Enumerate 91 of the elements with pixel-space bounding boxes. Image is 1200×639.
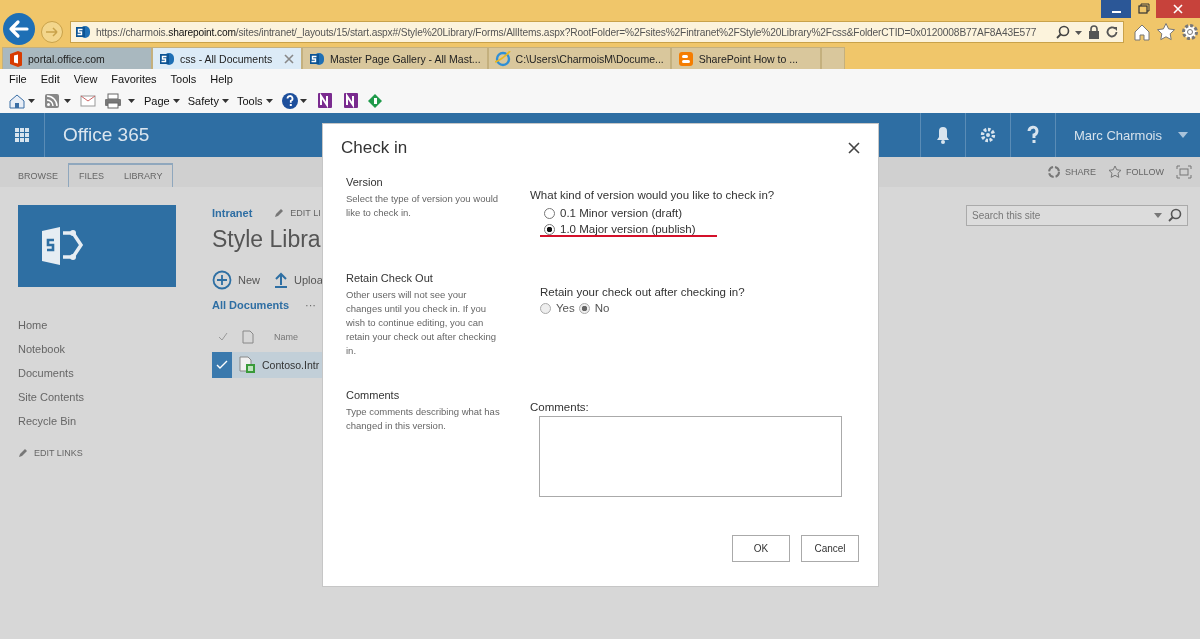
ribbon-tab[interactable]: LIBRARY bbox=[114, 165, 173, 187]
star-icon[interactable] bbox=[1156, 22, 1176, 42]
search-icon[interactable] bbox=[1168, 208, 1182, 222]
blog-icon bbox=[677, 50, 694, 67]
ribbon-tab[interactable]: FILES bbox=[69, 165, 115, 187]
page-title: Style Libra bbox=[212, 225, 322, 254]
globe-icon bbox=[494, 50, 511, 67]
plus-icon bbox=[212, 270, 232, 290]
sharepoint-icon bbox=[159, 50, 175, 67]
more-button[interactable]: ··· bbox=[305, 299, 316, 311]
home-icon[interactable] bbox=[8, 92, 36, 109]
share-icon bbox=[1046, 165, 1061, 179]
command-menu[interactable]: Safety bbox=[187, 94, 229, 107]
edit-links-link[interactable]: EDIT LI bbox=[274, 208, 321, 218]
minimize-icon[interactable] bbox=[1101, 0, 1131, 18]
question-label: Retain your check out after checking in? bbox=[540, 286, 746, 298]
settings-icon[interactable] bbox=[1180, 22, 1200, 42]
menu-item[interactable]: View bbox=[73, 72, 98, 85]
edit-links-link[interactable]: EDIT LINKS bbox=[18, 448, 194, 458]
dialog-button[interactable]: OK bbox=[732, 535, 790, 562]
sharepoint-icon bbox=[309, 50, 325, 67]
browser-tab[interactable]: css - All Documents bbox=[152, 47, 302, 69]
suite-title[interactable]: Office 365 bbox=[45, 124, 150, 146]
section-heading: Comments bbox=[346, 389, 401, 401]
ribbon-action[interactable]: FOLLOW bbox=[1108, 165, 1164, 179]
radio-option[interactable]: 1.0 Major version (publish) bbox=[544, 223, 860, 235]
breadcrumb-link[interactable]: Intranet bbox=[212, 207, 253, 219]
section-description: Type comments describing what has changed in this version. bbox=[346, 405, 501, 433]
caret-icon bbox=[172, 98, 180, 103]
office-icon bbox=[9, 50, 23, 67]
help-icon[interactable] bbox=[280, 91, 307, 110]
browser-tab[interactable]: C:\Users\CharmoisM\Docume... bbox=[487, 47, 671, 69]
new-button[interactable]: New bbox=[212, 270, 260, 290]
section-heading: Retain Check Out bbox=[346, 272, 434, 284]
menu-item[interactable]: Help bbox=[210, 72, 233, 85]
refresh-icon[interactable] bbox=[1105, 25, 1119, 39]
question-label: What kind of version would you like to check in? bbox=[530, 189, 776, 201]
nav-link[interactable]: Documents bbox=[18, 365, 194, 381]
menu-item[interactable]: File bbox=[9, 72, 27, 85]
menu-item[interactable]: Edit bbox=[40, 72, 60, 85]
print-icon[interactable] bbox=[104, 92, 136, 109]
field-label: Comments: bbox=[530, 401, 590, 413]
search-field[interactable]: Search this site bbox=[966, 205, 1188, 226]
pencil-icon bbox=[18, 448, 28, 458]
feed-icon[interactable] bbox=[44, 92, 72, 109]
caret-icon bbox=[1178, 132, 1188, 138]
sharepoint-icon bbox=[75, 24, 91, 40]
checkmark-icon bbox=[216, 360, 228, 370]
upload-icon bbox=[274, 272, 288, 288]
section-description: Other users will not see your changes until you check in. If you wish to continue editing, you can retain your check out after checking in. bbox=[346, 288, 497, 358]
mail-icon[interactable] bbox=[80, 92, 96, 109]
nav-link[interactable]: Site Contents bbox=[18, 389, 194, 405]
menu-item[interactable]: Tools bbox=[170, 72, 197, 85]
browser-tab[interactable]: portal.office.com bbox=[2, 47, 152, 69]
pencil-icon bbox=[274, 208, 285, 218]
comments-field[interactable] bbox=[539, 416, 842, 497]
caret-icon bbox=[1154, 213, 1162, 218]
command-menu[interactable]: Page bbox=[144, 94, 180, 107]
dialog-title: Check in bbox=[341, 138, 408, 158]
section-description: Select the type of version you would like to check in. bbox=[346, 192, 500, 220]
upload-button[interactable]: Uploa bbox=[274, 272, 323, 288]
diamond-icon[interactable] bbox=[366, 92, 383, 109]
caret-icon bbox=[221, 98, 229, 103]
browser-tab[interactable]: SharePoint How to ... bbox=[670, 47, 821, 69]
back-icon[interactable] bbox=[2, 12, 36, 46]
browser-tab[interactable]: Master Page Gallery - All Mast... bbox=[302, 47, 488, 69]
menu-item[interactable]: Favorites bbox=[111, 72, 157, 85]
checkmark-icon[interactable] bbox=[218, 332, 228, 342]
nav-link[interactable]: Home bbox=[18, 317, 194, 333]
ribbon-action[interactable]: SHARE bbox=[1046, 165, 1096, 179]
url-text: https://charmois.sharepoint.com/sites/intranet/_layouts/15/start.aspx#/Style%20Library/Forms/AllItems.aspx?RootFolder=%2Fsites%2Fintranet%2FStyle%20Library%2Fcss&FolderCTID=0x0120008B77AF8A43E577 bbox=[96, 26, 1038, 38]
radio-option[interactable]: 0.1 Minor version (draft) bbox=[544, 207, 860, 219]
command-menu[interactable]: Tools bbox=[236, 94, 273, 107]
document-icon bbox=[242, 330, 254, 344]
ribbon-tab[interactable]: BROWSE bbox=[8, 165, 68, 187]
section-heading: Version bbox=[346, 176, 384, 188]
home-icon[interactable] bbox=[1132, 22, 1152, 42]
nav-link[interactable]: Recycle Bin bbox=[18, 413, 194, 429]
file-name[interactable]: Contoso.Intr bbox=[262, 359, 320, 371]
nav-link[interactable]: Notebook bbox=[18, 341, 194, 357]
file-icon bbox=[238, 356, 256, 374]
view-tab[interactable]: All Documents bbox=[212, 299, 289, 311]
lock-icon bbox=[1088, 25, 1100, 39]
close-icon[interactable] bbox=[848, 142, 860, 154]
radio-button[interactable] bbox=[544, 207, 555, 219]
star-icon bbox=[1108, 165, 1122, 179]
address-field[interactable]: https://charmois.sharepoint.com/sites/intranet/_layouts/15/start.aspx#/Style%20Library/Forms/AllItems.aspx?RootFolder=%2Fsites%2Fintranet%2FStyle%20Library%2Fcss&FolderCTID=0x0120008B77AF8A43E577 bbox=[70, 21, 1124, 43]
caret-icon bbox=[265, 98, 273, 103]
radio-button[interactable] bbox=[544, 223, 555, 235]
dialog-button[interactable]: Cancel bbox=[801, 535, 859, 562]
search-icon[interactable] bbox=[1056, 25, 1070, 39]
